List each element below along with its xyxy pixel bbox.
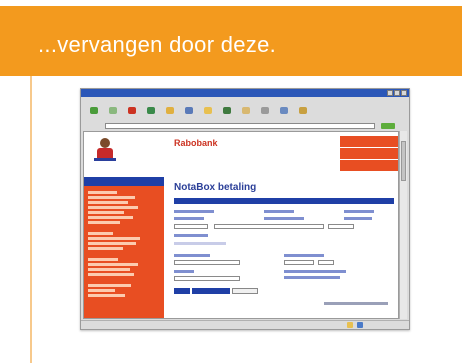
header-top-band xyxy=(0,0,462,6)
top-link xyxy=(340,136,398,147)
discuss-icon xyxy=(296,107,310,119)
browser-screenshot: Rabobank NotaBox betaling xyxy=(80,88,410,330)
refresh-icon xyxy=(144,107,158,119)
address-bar xyxy=(81,122,409,130)
forward-icon xyxy=(106,107,120,119)
slide-header: ...vervangen door deze. xyxy=(0,0,462,76)
stop-icon xyxy=(125,107,139,119)
go-button-icon xyxy=(381,123,395,129)
form-section-bar xyxy=(174,198,394,204)
edit-icon xyxy=(277,107,291,119)
home-icon xyxy=(163,107,177,119)
slide-title: ...vervangen door deze. xyxy=(38,32,277,57)
top-links xyxy=(340,136,398,176)
web-page: Rabobank NotaBox betaling xyxy=(83,131,399,319)
window-controls xyxy=(387,90,407,96)
minimize-icon xyxy=(387,90,393,96)
accent-rule xyxy=(30,76,32,363)
form-field xyxy=(318,260,334,265)
top-link xyxy=(340,148,398,159)
back-icon xyxy=(87,107,101,119)
window-menubar xyxy=(81,97,409,105)
status-bar xyxy=(81,320,409,329)
maximize-icon xyxy=(394,90,400,96)
lock-icon xyxy=(347,322,353,328)
form-button xyxy=(192,288,230,294)
print-icon xyxy=(258,107,272,119)
top-link xyxy=(340,160,398,171)
form-field xyxy=(328,224,354,229)
close-icon xyxy=(401,90,407,96)
browser-toolbar xyxy=(81,105,409,121)
sidebar-items xyxy=(84,186,164,302)
form-button xyxy=(174,288,190,294)
page-heading: NotaBox betaling xyxy=(174,182,257,193)
bank-logo-icon xyxy=(94,138,116,162)
page-scrollbar xyxy=(399,131,407,319)
sidebar xyxy=(84,177,164,318)
form-button xyxy=(232,288,258,294)
scroll-thumb xyxy=(401,141,406,181)
sidebar-header xyxy=(84,177,164,186)
form-field xyxy=(214,224,324,229)
address-field xyxy=(105,123,375,129)
favorites-icon xyxy=(201,107,215,119)
globe-icon xyxy=(357,322,363,328)
site-title: Rabobank xyxy=(174,138,218,148)
form-field xyxy=(284,260,314,265)
form-field xyxy=(174,260,240,265)
mail-icon xyxy=(239,107,253,119)
window-titlebar xyxy=(81,89,409,97)
form-field xyxy=(174,224,208,229)
payment-form xyxy=(174,208,394,308)
form-field xyxy=(174,276,240,281)
history-icon xyxy=(220,107,234,119)
search-icon xyxy=(182,107,196,119)
